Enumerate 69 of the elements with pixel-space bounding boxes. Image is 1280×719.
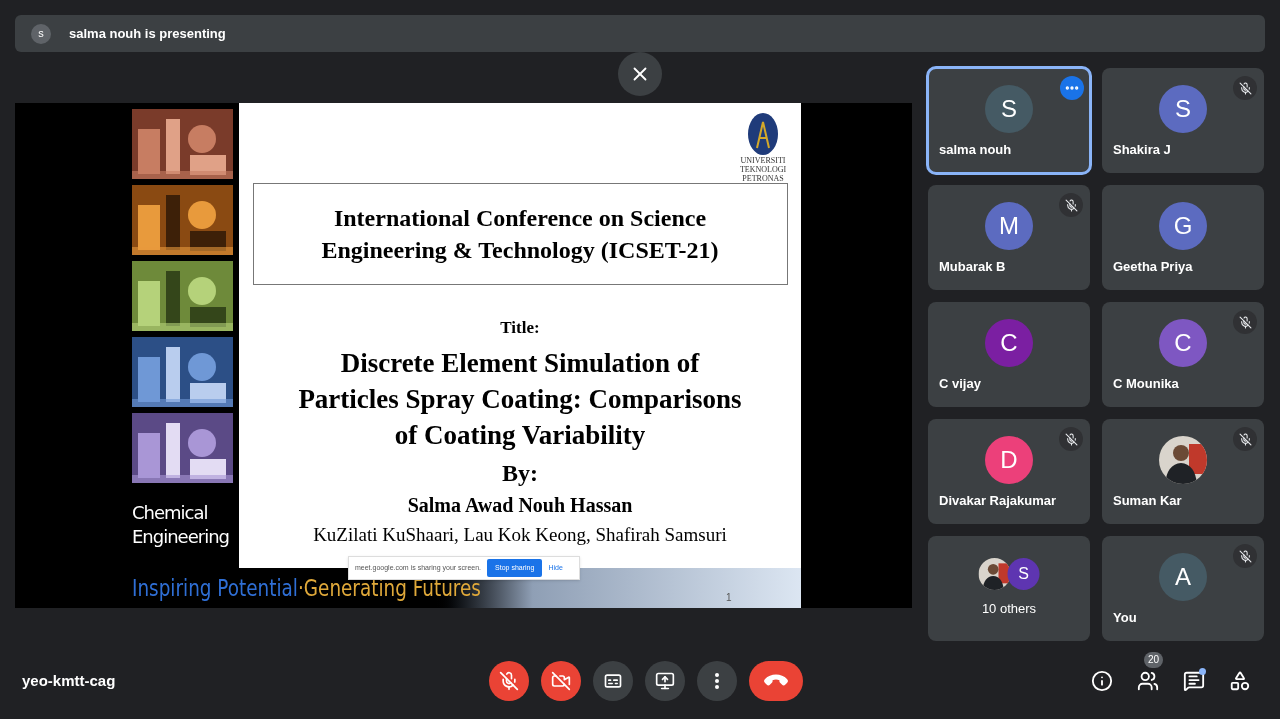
talk-title: Discrete Element Simulation of bbox=[340, 346, 700, 380]
participant-name: C vijay bbox=[939, 374, 981, 393]
conference-heading: International Conference on Science bbox=[333, 204, 707, 233]
participant-tile[interactable]: C C vijay bbox=[928, 302, 1090, 407]
participant-name: C Mounika bbox=[1113, 374, 1179, 393]
info-button[interactable] bbox=[1090, 669, 1114, 693]
activities-button[interactable] bbox=[1228, 669, 1252, 693]
presenter-avatar: s bbox=[31, 23, 51, 44]
present-button[interactable] bbox=[645, 661, 685, 701]
more-icon bbox=[715, 673, 719, 689]
avatar: G bbox=[1159, 202, 1207, 250]
avatar: S bbox=[985, 85, 1033, 133]
participant-name: 10 others bbox=[980, 599, 1038, 618]
captions-button[interactable] bbox=[593, 661, 633, 701]
participant-tile[interactable]: G Geetha Priya bbox=[1102, 185, 1264, 290]
participant-tile[interactable]: A You bbox=[1102, 536, 1264, 641]
activities-icon bbox=[1229, 670, 1251, 692]
present-screen-icon bbox=[655, 671, 675, 691]
chat-icon bbox=[1183, 670, 1205, 692]
end-call-button[interactable] bbox=[749, 661, 803, 701]
more-options-button[interactable] bbox=[697, 661, 737, 701]
tagline-text: Inspiring Potential bbox=[132, 573, 298, 603]
talk-title: of Coating Variability bbox=[394, 418, 646, 452]
avatar: S bbox=[1007, 558, 1040, 590]
more-button[interactable] bbox=[1060, 76, 1084, 100]
camera-off-icon bbox=[551, 671, 571, 691]
info-icon bbox=[1091, 670, 1113, 692]
avatar: C bbox=[985, 319, 1033, 367]
participant-count-badge: 20 bbox=[1144, 652, 1164, 668]
participant-name: Shakira J bbox=[1113, 140, 1171, 159]
university-logo bbox=[747, 112, 779, 156]
captions-icon bbox=[603, 671, 623, 691]
avatar: S bbox=[1159, 85, 1207, 133]
mic-off-icon bbox=[499, 671, 519, 691]
participant-name: You bbox=[1113, 608, 1137, 627]
participant-tile[interactable]: S 10 others bbox=[928, 536, 1090, 641]
close-button[interactable] bbox=[618, 52, 662, 96]
meeting-code: yeo-kmtt-cag bbox=[22, 670, 117, 691]
caption-text: Chemical bbox=[132, 501, 208, 525]
participant-tile[interactable]: M Mubarak B bbox=[928, 185, 1090, 290]
participant-name: Suman Kar bbox=[1113, 491, 1182, 510]
camera-off-button[interactable] bbox=[541, 661, 581, 701]
avatar: C bbox=[1159, 319, 1207, 367]
talk-title: Particles Spray Coating: Comparisons bbox=[298, 382, 742, 416]
participant-tile[interactable]: Suman Kar bbox=[1102, 419, 1264, 524]
logo-text: UNIVERSITI TEKNOLOGI PETRONAS bbox=[738, 156, 788, 183]
by-label: By: bbox=[502, 458, 538, 488]
avatar: A bbox=[1159, 553, 1207, 601]
participant-name: salma nouh bbox=[939, 140, 1012, 159]
avatar: M bbox=[985, 202, 1033, 250]
title-label: Title: bbox=[500, 317, 540, 339]
mic-off-button[interactable] bbox=[489, 661, 529, 701]
participant-tile[interactable]: S Shakira J bbox=[1102, 68, 1264, 173]
tagline-text: ·Generating Futures bbox=[297, 573, 481, 603]
participant-tile[interactable]: D Divakar Rajakumar bbox=[928, 419, 1090, 524]
participant-tile[interactable]: S salma nouh bbox=[928, 68, 1090, 173]
participant-name: Divakar Rajakumar bbox=[939, 491, 1057, 510]
participant-name: Geetha Priya bbox=[1113, 257, 1193, 276]
people-icon bbox=[1137, 670, 1159, 692]
participant-name: Mubarak B bbox=[939, 257, 1006, 276]
coauthors: KuZilati KuShaari, Lau Kok Keong, Shafirah Samsuri bbox=[313, 522, 727, 547]
avatar: D bbox=[985, 436, 1033, 484]
conference-heading: Engineering & Technology (ICSET-21) bbox=[321, 236, 719, 265]
page-number: 1 bbox=[726, 591, 732, 605]
author-name: Salma Awad Nouh Hassan bbox=[407, 492, 633, 518]
presenting-label: salma nouh is presenting bbox=[69, 24, 226, 43]
participant-tile[interactable]: C C Mounika bbox=[1102, 302, 1264, 407]
caption-text: Engineering bbox=[132, 525, 229, 549]
chat-button[interactable] bbox=[1182, 669, 1206, 693]
